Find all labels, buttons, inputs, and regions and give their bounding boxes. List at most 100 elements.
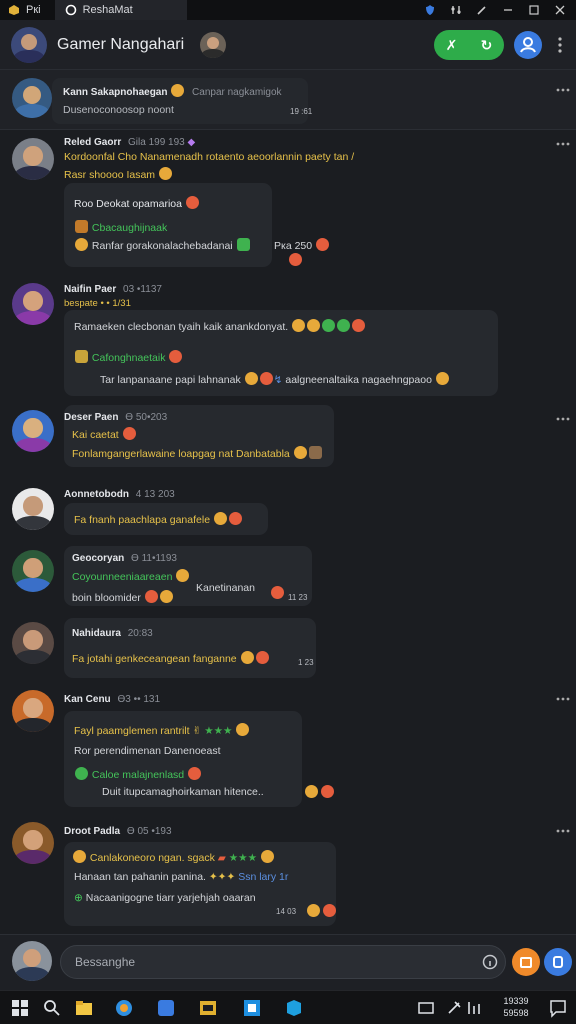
send-button[interactable] bbox=[544, 948, 572, 976]
reaction-emoji-icon[interactable] bbox=[321, 785, 334, 798]
pinned-more-icon[interactable] bbox=[556, 88, 570, 92]
laugh-emoji-icon bbox=[188, 767, 202, 780]
message-text-span: Canlakoneoro ngan. sgack bbox=[89, 852, 215, 864]
profile-button[interactable] bbox=[514, 31, 542, 59]
voice-call-icon[interactable]: ✗ bbox=[446, 37, 458, 54]
self-avatar[interactable] bbox=[12, 941, 52, 981]
more-options-icon[interactable] bbox=[557, 36, 563, 54]
message-avatar[interactable] bbox=[12, 622, 54, 664]
message-text-span: Rasr shoooo Iasam bbox=[64, 169, 156, 181]
sender-name-text: Naifin Paer bbox=[64, 284, 117, 295]
bag-emoji-icon bbox=[308, 446, 322, 459]
message-avatar[interactable] bbox=[12, 410, 54, 452]
hand-glyph: ✌ bbox=[192, 725, 202, 737]
chat-app-taskbar-icon[interactable] bbox=[242, 998, 262, 1018]
maximize-icon[interactable] bbox=[528, 4, 540, 16]
sender-name: Geocoryan Ө 11•1193 bbox=[72, 553, 177, 564]
pen-icon[interactable] bbox=[476, 4, 488, 16]
pin-icon[interactable] bbox=[444, 998, 464, 1018]
hand-emoji-icon bbox=[259, 372, 273, 385]
action-center-icon[interactable] bbox=[548, 998, 568, 1018]
attach-button[interactable] bbox=[512, 948, 540, 976]
message-input[interactable]: Bessanghe bbox=[60, 945, 506, 979]
reaction-emoji-icon[interactable] bbox=[323, 904, 336, 917]
member-avatar[interactable] bbox=[200, 31, 227, 58]
message-text: Fa fnanh paachlapa ganafele bbox=[74, 512, 243, 526]
reaction-emoji-icon[interactable] bbox=[307, 904, 320, 917]
laugh-emoji-icon[interactable] bbox=[316, 238, 330, 251]
gift-icon bbox=[520, 957, 532, 968]
group-avatar[interactable] bbox=[11, 26, 47, 63]
sender-name: Droot Padla Ө 05 •193 bbox=[64, 826, 172, 837]
game-app-icon[interactable] bbox=[198, 998, 218, 1018]
notifications-icon[interactable] bbox=[416, 998, 436, 1018]
message-avatar[interactable] bbox=[12, 138, 54, 180]
info-icon[interactable] bbox=[482, 954, 498, 970]
security-app-icon[interactable] bbox=[284, 998, 304, 1018]
bubble-text: Cbacaughijnaak bbox=[74, 220, 167, 234]
message-text: Duit itupcamaghoirkaman hitence.. bbox=[102, 786, 264, 798]
message-text: Kanetinanan bbox=[196, 582, 255, 594]
system-tray-icon[interactable] bbox=[464, 998, 484, 1018]
message-text: Fa jotahi genkeceangean fanganne bbox=[72, 651, 270, 665]
message-avatar[interactable] bbox=[12, 283, 54, 325]
message-avatar[interactable] bbox=[12, 690, 54, 732]
start-menu-icon[interactable] bbox=[10, 998, 30, 1018]
reaction-emoji-icon[interactable] bbox=[305, 785, 318, 798]
message-text-span: Kai caetat bbox=[72, 429, 119, 441]
file-explorer-icon[interactable] bbox=[74, 998, 94, 1018]
message-text-span: Fa fnanh paachlapa ganafele bbox=[74, 514, 211, 526]
link-glyph: ⊕ bbox=[74, 892, 83, 904]
message-avatar[interactable] bbox=[12, 488, 54, 530]
pinned-message-bar[interactable]: Kann Sakapnohaegan Canpar nagkamigok Dus… bbox=[0, 70, 576, 130]
settings-icon[interactable] bbox=[450, 4, 462, 16]
sender-name-text: Reled Gaorr bbox=[64, 137, 122, 148]
browser-icon[interactable] bbox=[114, 998, 134, 1018]
shield-icon[interactable] bbox=[424, 4, 436, 16]
message-text: Tar lanpanaane papi lahnanak ↯ aalgneena… bbox=[100, 372, 450, 386]
refresh-icon[interactable]: ↻ bbox=[481, 37, 493, 54]
sender-name: Reled Gaorr Gila 199 193 ◆ bbox=[64, 137, 195, 148]
message-text: Ramaeken clecbonan tyaih kaik anankdonya… bbox=[74, 319, 366, 333]
search-icon[interactable] bbox=[42, 998, 62, 1018]
sender-name-text: Kan Cenu bbox=[64, 694, 111, 705]
message-meta: Ө3 •• 131 bbox=[117, 694, 161, 705]
arrow-glyph: ↯ bbox=[273, 374, 283, 386]
title-bar-left: Ркі bbox=[0, 4, 41, 16]
stars-glyph: ✦✦✦ bbox=[208, 871, 236, 883]
reaction-emoji-icon[interactable] bbox=[289, 253, 302, 266]
message-more-icon[interactable] bbox=[556, 829, 570, 833]
reaction-emoji-icon[interactable] bbox=[271, 586, 284, 599]
smile-emoji-icon bbox=[435, 372, 449, 385]
alien-emoji-icon bbox=[337, 319, 351, 332]
clock[interactable]: 19339 59598 bbox=[496, 995, 536, 1019]
sender-name-text: Deser Paen bbox=[64, 412, 119, 423]
message-text: Hanaan tan pahanin panina. ✦✦✦ Ssn lary … bbox=[74, 871, 288, 883]
close-icon[interactable] bbox=[554, 4, 566, 16]
message-meta: 20:83 bbox=[127, 628, 153, 639]
avatar-body bbox=[15, 649, 51, 664]
message-avatar[interactable] bbox=[12, 822, 54, 864]
message-text-span: Fonlamgangerlawaine loapgag nat Danbatab… bbox=[72, 448, 290, 460]
minimize-icon[interactable] bbox=[502, 4, 514, 16]
message-meta: 03 •1137 bbox=[123, 284, 162, 295]
message-more-icon[interactable] bbox=[556, 417, 570, 421]
message-avatar[interactable] bbox=[12, 550, 54, 592]
smile-emoji-icon bbox=[292, 319, 306, 332]
message-more-icon[interactable] bbox=[556, 697, 570, 701]
message-meta: 4 13 203 bbox=[135, 489, 175, 500]
sender-name: Kan Cenu Ө3 •• 131 bbox=[64, 694, 160, 705]
title-bar: Ркі ReshaMat bbox=[0, 0, 576, 20]
mail-app-icon[interactable] bbox=[156, 998, 176, 1018]
stars-glyph: ★★★ bbox=[204, 725, 233, 737]
stars-glyph: ★★★ bbox=[228, 852, 258, 864]
message-text-span: aalgneenaltaika nagaehngpaoo bbox=[285, 374, 432, 386]
avatar-face bbox=[23, 418, 43, 438]
sender-name-text: Droot Padla bbox=[64, 826, 121, 837]
group-avatar-face bbox=[20, 33, 38, 51]
self-avatar-body bbox=[15, 967, 49, 981]
active-window-tab[interactable]: ReshaMat bbox=[54, 0, 187, 20]
message-meta: Ө 05 •193 bbox=[126, 826, 172, 837]
avatar-face bbox=[23, 630, 43, 650]
message-more-icon[interactable] bbox=[556, 142, 570, 146]
